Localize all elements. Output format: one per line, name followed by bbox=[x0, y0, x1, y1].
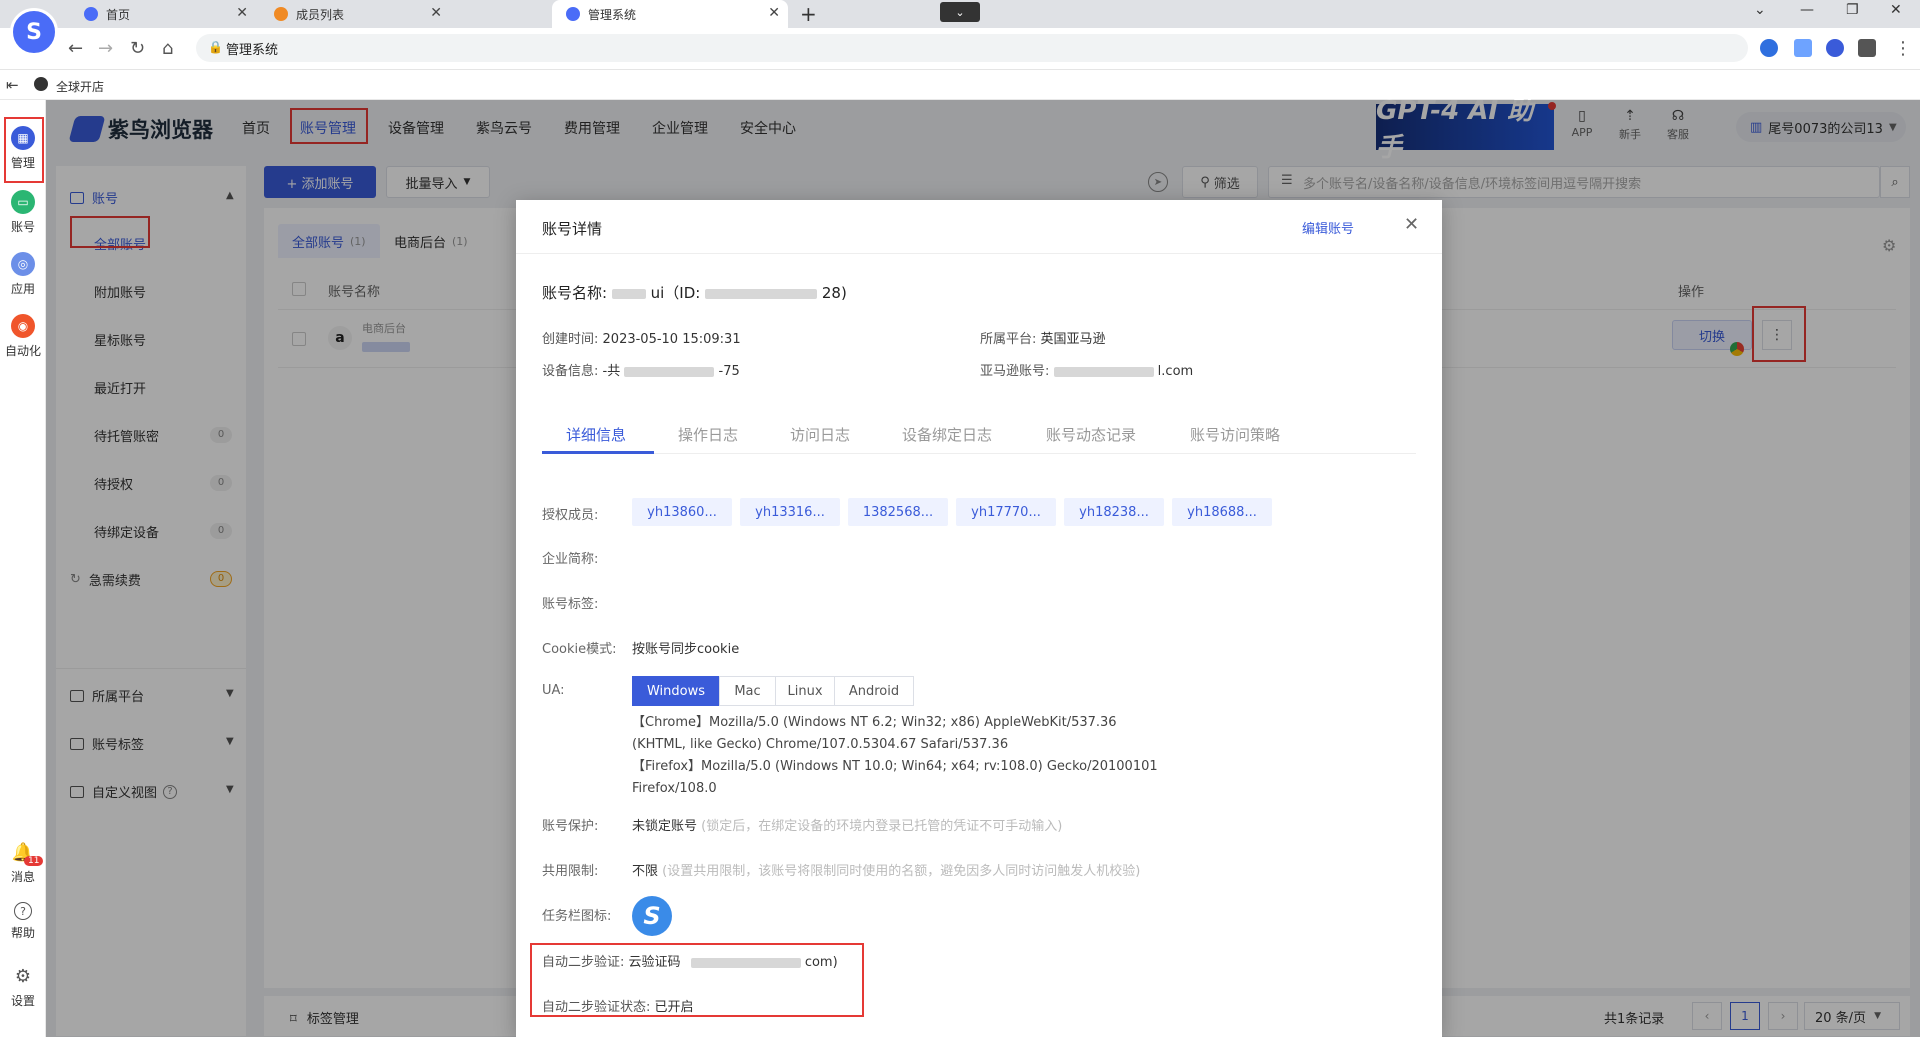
created-time-field: 创建时间: 2023-05-10 15:09:31 bbox=[542, 332, 741, 347]
account-detail-modal: 账号详情 编辑账号 ✕ 账号名称: ui（ID: 28) 创建时间: 2023-… bbox=[516, 200, 1442, 1037]
cookie-mode-value: 按账号同步cookie bbox=[632, 642, 740, 657]
device-info-field: 设备信息: -共 -75 bbox=[542, 364, 740, 379]
close-icon[interactable]: ✕ bbox=[1404, 214, 1419, 235]
share-limit-value: 不限 (设置共用限制，该账号将限制同时使用的名额，避免因多人同时访问触发人机校验… bbox=[632, 864, 1141, 879]
account-protect-label: 账号保护: bbox=[542, 819, 599, 834]
redacted-text bbox=[624, 366, 715, 377]
automation-icon: ◉ bbox=[11, 314, 35, 338]
redacted-text bbox=[611, 288, 646, 299]
help-icon: ? bbox=[14, 902, 32, 920]
extension-pin-icon[interactable] bbox=[1760, 39, 1778, 57]
account-icon: ▭ bbox=[11, 190, 35, 214]
tab-list-chevron-icon[interactable]: ⌄ bbox=[1754, 2, 1766, 18]
lock-icon: 🔒 bbox=[208, 40, 223, 54]
member-chip[interactable]: yh18238... bbox=[1064, 498, 1164, 526]
ua-chrome-line-1: 【Chrome】Mozilla/5.0 (Windows NT 6.2; Win… bbox=[632, 715, 1117, 730]
ua-option-linux[interactable]: Linux bbox=[775, 676, 835, 706]
modal-header: 账号详情 编辑账号 ✕ bbox=[516, 200, 1442, 254]
members-label: 授权成员: bbox=[542, 508, 599, 523]
ua-chrome-line-2: (KHTML, like Gecko) Chrome/107.0.5304.67… bbox=[632, 737, 1009, 752]
restore-icon[interactable]: ❐ bbox=[1846, 2, 1859, 18]
tab-details[interactable]: 详细信息 bbox=[566, 424, 626, 445]
tab-close-icon[interactable]: ✕ bbox=[768, 5, 780, 21]
active-tab-indicator bbox=[542, 451, 654, 454]
modal-tabs: 详细信息 操作日志 访问日志 设备绑定日志 账号动态记录 账号访问策略 bbox=[542, 414, 1416, 454]
gear-icon: ⚙ bbox=[14, 965, 32, 987]
rail-item-automation[interactable]: ◉ 自动化 bbox=[0, 314, 46, 359]
rail-item-settings[interactable]: ⚙ 设置 bbox=[0, 964, 46, 1009]
tab-close-icon[interactable]: ✕ bbox=[430, 5, 442, 21]
message-badge: 11 bbox=[24, 856, 44, 866]
browser-tab-admin[interactable]: 管理系统 ✕ bbox=[552, 0, 788, 28]
address-bar: ← → ↻ ⌂ 🔒 管理系统 ⋮ bbox=[0, 28, 1920, 70]
back-arrow-icon[interactable]: ← bbox=[68, 38, 83, 59]
account-name-line: 账号名称: ui（ID: 28) bbox=[542, 284, 847, 302]
manage-highlight-box bbox=[4, 117, 44, 183]
tab-access-policy[interactable]: 账号访问策略 bbox=[1190, 424, 1280, 445]
left-rail: ▦ 管理 ▭ 账号 ◎ 应用 ◉ 自动化 🔔 消息 ? 帮助 ⚙ 设置 bbox=[0, 100, 46, 1037]
taskbar-app-icon[interactable]: S bbox=[632, 896, 672, 936]
platform-field: 所属平台: 英国亚马逊 bbox=[980, 332, 1106, 347]
ua-firefox-line-2: Firefox/108.0 bbox=[632, 781, 717, 796]
redacted-text bbox=[705, 288, 818, 299]
rail-item-help[interactable]: ? 帮助 bbox=[0, 902, 46, 941]
account-protect-value: 未锁定账号 (锁定后，在绑定设备的环境内登录已托管的凭证不可手动输入) bbox=[632, 819, 1063, 834]
tab-close-icon[interactable]: ✕ bbox=[236, 5, 248, 21]
new-tab-button[interactable]: + bbox=[800, 2, 817, 26]
exit-icon[interactable]: ⇤ bbox=[6, 76, 19, 94]
browser-tab-home[interactable]: 首页 ✕ bbox=[70, 0, 256, 28]
member-chip[interactable]: yh18688... bbox=[1172, 498, 1272, 526]
rail-item-account[interactable]: ▭ 账号 bbox=[0, 190, 46, 235]
company-abbr-label: 企业简称: bbox=[542, 552, 599, 567]
extension-ziniao-icon[interactable] bbox=[1826, 39, 1844, 57]
apps-icon: ◎ bbox=[11, 252, 35, 276]
ziniao-browser-logo: S bbox=[10, 8, 58, 56]
modal-title: 账号详情 bbox=[542, 220, 603, 238]
taskbar-icon-label: 任务栏图标: bbox=[542, 909, 612, 924]
bookmark-bar: ⇤ 全球开店 bbox=[0, 70, 1920, 100]
browser-menu-icon[interactable]: ⋮ bbox=[1894, 38, 1912, 59]
ua-option-windows[interactable]: Windows bbox=[632, 676, 720, 706]
twofa-highlight-box bbox=[530, 943, 864, 1017]
ua-option-mac[interactable]: Mac bbox=[719, 676, 776, 706]
ua-label: UA: bbox=[542, 683, 565, 698]
browser-tabbar: 首页 ✕ 成员列表 ✕ 管理系统 ✕ + ⌄ ⌄ — ❐ ✕ bbox=[0, 0, 1920, 28]
bookmark-global-store[interactable]: 全球开店 bbox=[56, 78, 104, 95]
url-input[interactable]: 🔒 管理系统 bbox=[196, 34, 1748, 62]
member-chip[interactable]: yh13860... bbox=[632, 498, 732, 526]
tab-device-binding-log[interactable]: 设备绑定日志 bbox=[902, 424, 992, 445]
ziniao-favicon-icon bbox=[566, 7, 580, 21]
ziniao-favicon-icon bbox=[84, 7, 98, 21]
forward-arrow-icon[interactable]: → bbox=[98, 38, 113, 59]
extensions-puzzle-icon[interactable] bbox=[1858, 39, 1876, 57]
globe-icon bbox=[34, 77, 48, 91]
tab-account-activity[interactable]: 账号动态记录 bbox=[1046, 424, 1136, 445]
ua-firefox-line-1: 【Firefox】Mozilla/5.0 (Windows NT 10.0; W… bbox=[632, 759, 1158, 774]
redacted-text bbox=[1053, 366, 1154, 377]
amazon-account-field: 亚马逊账号: l.com bbox=[980, 364, 1194, 379]
member-chip[interactable]: yh13316... bbox=[740, 498, 840, 526]
edit-account-link[interactable]: 编辑账号 bbox=[1302, 218, 1354, 237]
mask-favicon-icon bbox=[274, 7, 288, 21]
member-chip[interactable]: 1382568... bbox=[848, 498, 948, 526]
extension-cube-icon[interactable] bbox=[1794, 39, 1812, 57]
cookie-mode-label: Cookie模式: bbox=[542, 642, 617, 657]
account-tag-label: 账号标签: bbox=[542, 597, 599, 612]
member-chip[interactable]: yh17770... bbox=[956, 498, 1056, 526]
browser-tab-members[interactable]: 成员列表 ✕ bbox=[260, 0, 450, 28]
tab-search-dropdown-icon[interactable]: ⌄ bbox=[940, 2, 980, 22]
window-close-icon[interactable]: ✕ bbox=[1890, 2, 1902, 18]
tab-access-log[interactable]: 访问日志 bbox=[790, 424, 850, 445]
ua-option-android[interactable]: Android bbox=[834, 676, 914, 706]
reload-icon[interactable]: ↻ bbox=[130, 38, 145, 59]
tab-operation-log[interactable]: 操作日志 bbox=[678, 424, 738, 445]
rail-item-apps[interactable]: ◎ 应用 bbox=[0, 252, 46, 297]
share-limit-label: 共用限制: bbox=[542, 864, 599, 879]
minimize-icon[interactable]: — bbox=[1800, 2, 1814, 18]
home-icon[interactable]: ⌂ bbox=[162, 38, 173, 59]
